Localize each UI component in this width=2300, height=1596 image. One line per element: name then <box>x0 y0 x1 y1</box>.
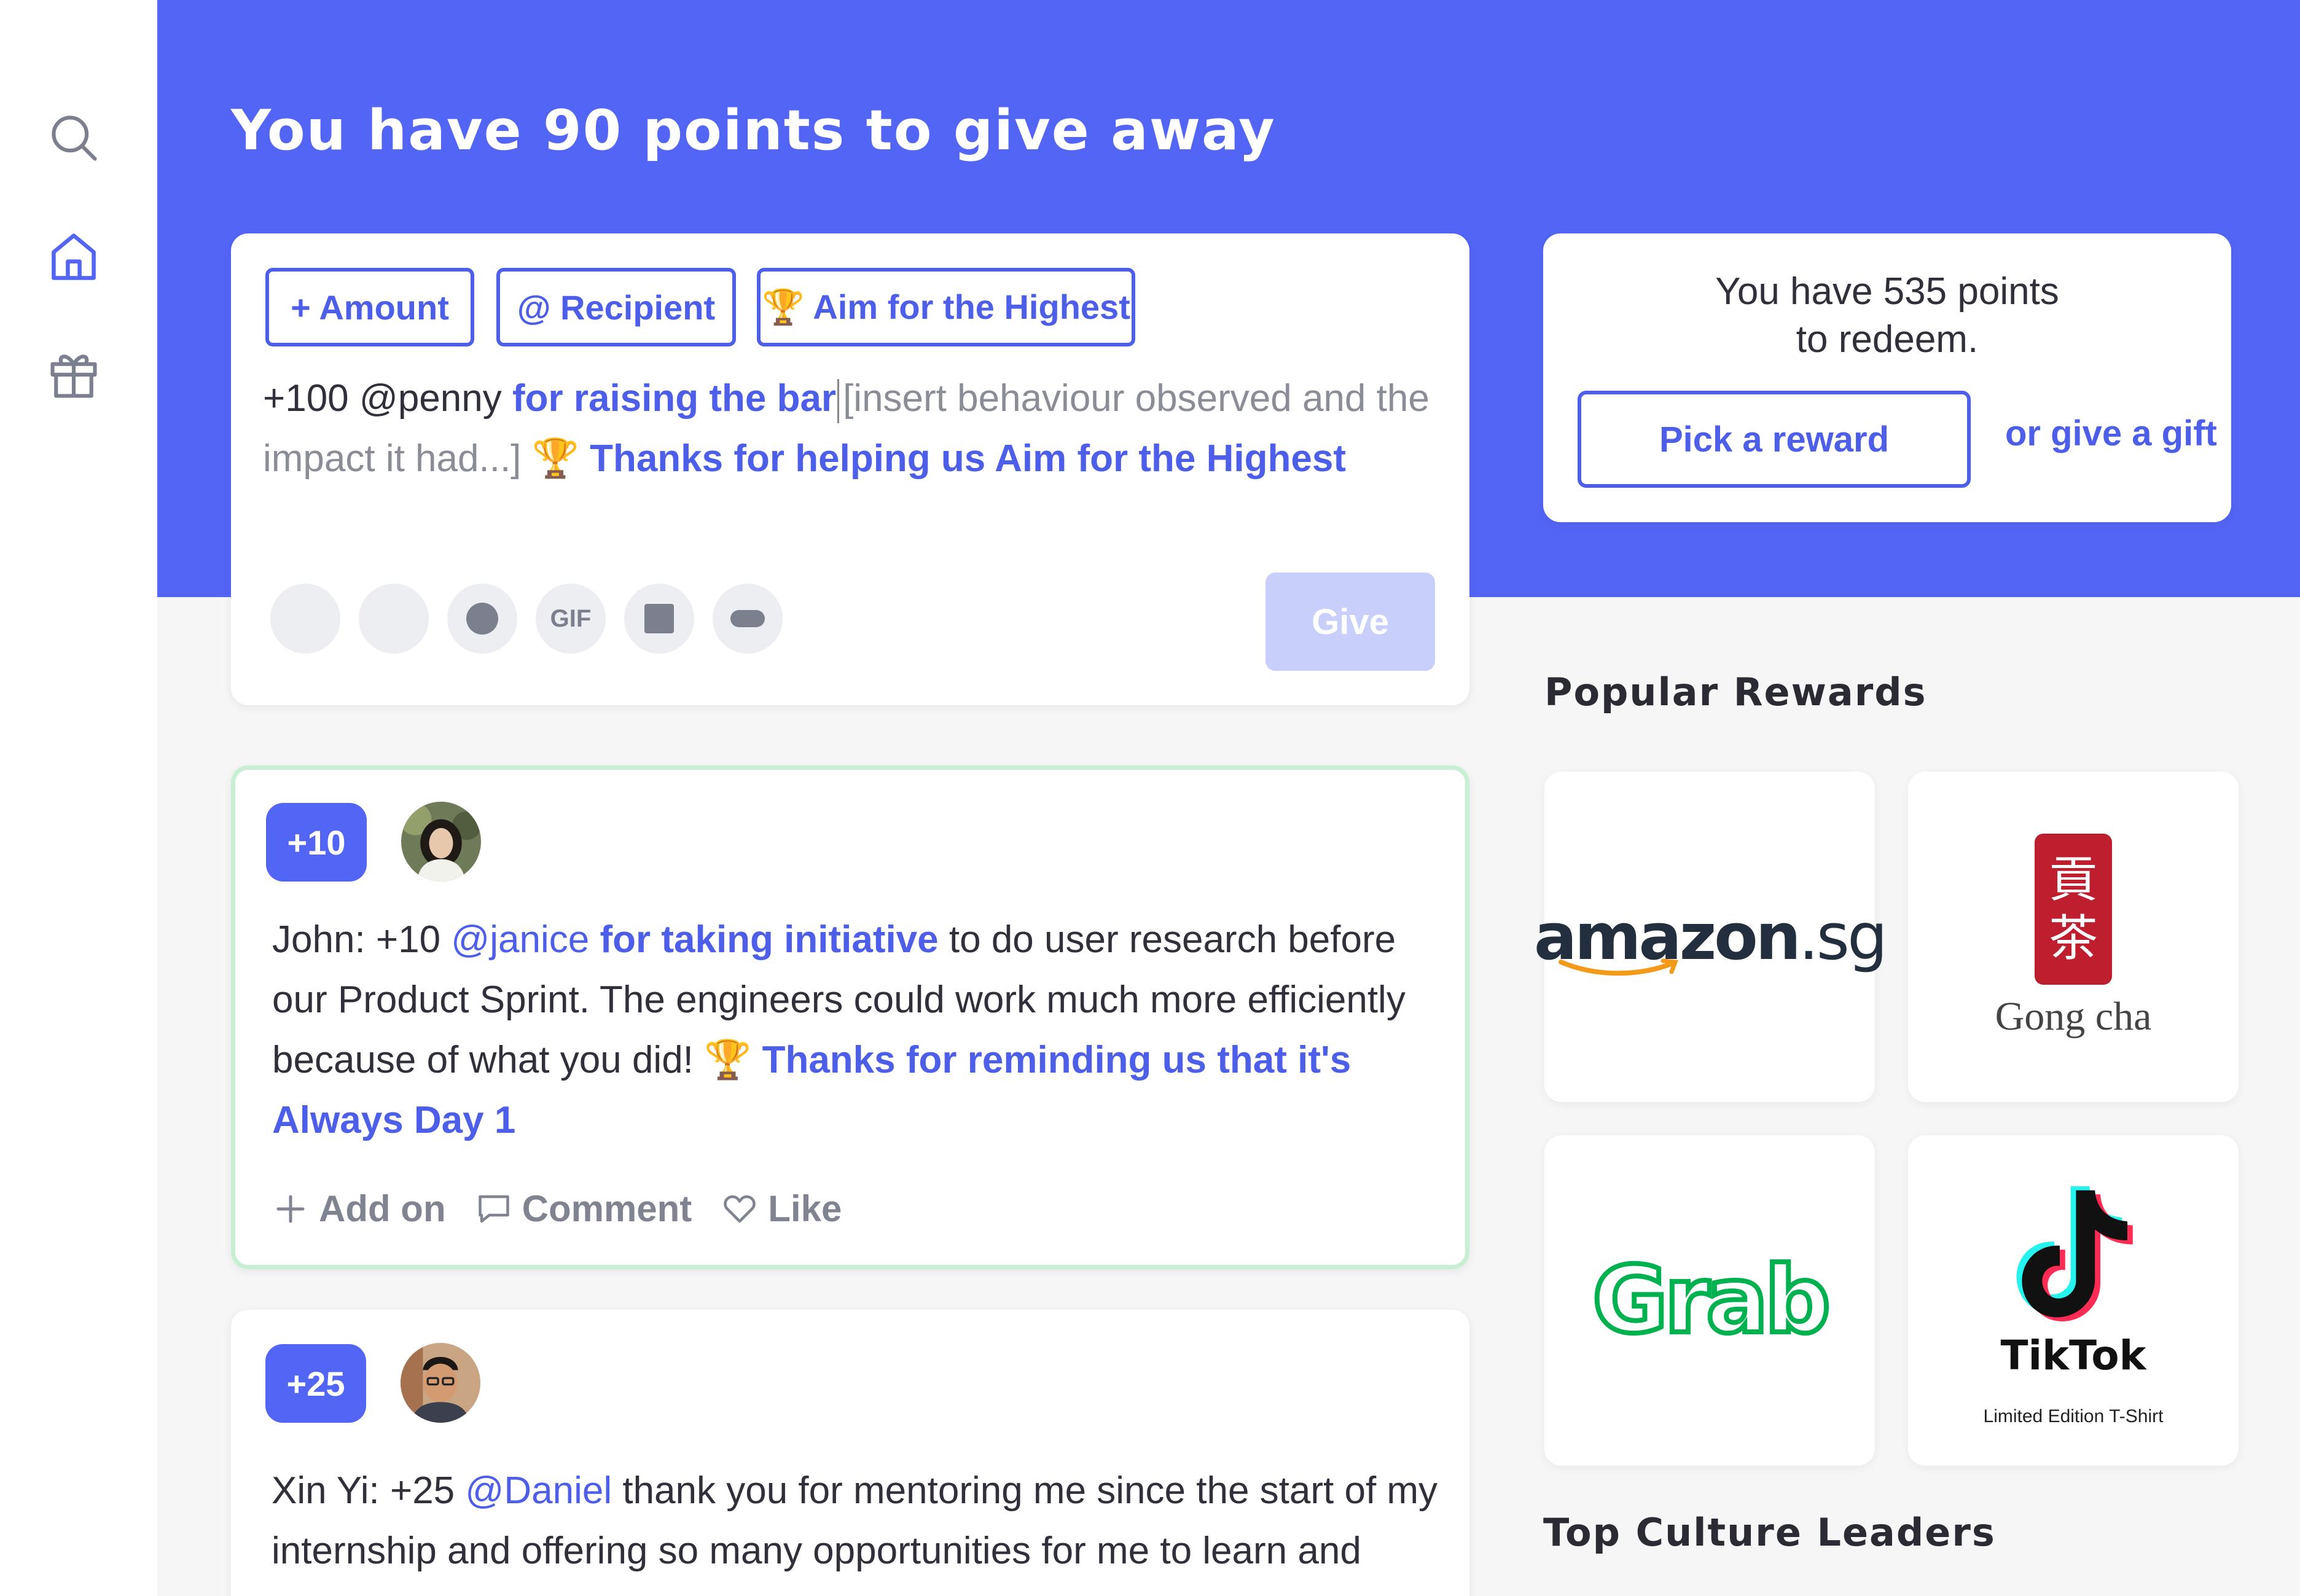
amazon-smile-icon <box>1559 958 1678 976</box>
reward-card-grab[interactable]: Grab <box>1544 1135 1875 1466</box>
emoji-icon[interactable] <box>270 584 340 654</box>
amazon-logo: amazon.sg <box>1534 899 1888 976</box>
avatar[interactable] <box>401 802 481 882</box>
pick-reward-button[interactable]: Pick a reward <box>1578 391 1971 488</box>
comment-icon <box>478 1195 509 1222</box>
comment-button[interactable]: Comment <box>475 1187 692 1230</box>
feed-post: +10 John: +10 @janice for taking initiat… <box>231 765 1469 1269</box>
gongcha-logo: 貢 茶 <box>2035 834 2112 985</box>
grab-logo: Grab <box>1590 1245 1833 1356</box>
value-chip[interactable]: 🏆 Aim for the Highest <box>757 268 1135 346</box>
like-button[interactable]: Like <box>721 1187 842 1230</box>
add-on-label: Add on <box>319 1188 446 1229</box>
gongcha-seal-bottom: 茶 <box>2049 910 2098 967</box>
gongcha-seal-top: 貢 <box>2049 851 2098 908</box>
sidebar <box>0 0 157 1596</box>
top-culture-leaders-title: Top Culture Leaders <box>1543 1510 1996 1555</box>
tiktok-logo-icon <box>2016 1186 2133 1321</box>
page-title: You have 90 points to give away <box>231 98 1276 163</box>
gift-icon[interactable] <box>44 344 103 403</box>
post-mention[interactable]: @janice <box>451 918 589 961</box>
tiktok-wordmark: TikTok <box>2000 1331 2146 1379</box>
search-icon[interactable] <box>44 108 103 167</box>
home-icon[interactable] <box>44 227 103 286</box>
amount-chip[interactable]: + Amount <box>265 268 474 346</box>
popular-rewards-title: Popular Rewards <box>1544 670 1927 714</box>
compose-input[interactable]: +100 @penny for raising the bar [insert b… <box>263 369 1442 489</box>
gif-button[interactable]: GIF <box>536 584 606 654</box>
gongcha-wordmark: Gong cha <box>1995 994 2152 1039</box>
trophy-icon: 🏆 <box>531 437 590 480</box>
give-button[interactable]: Give <box>1265 573 1435 671</box>
redeem-line2: to redeem. <box>1796 318 1979 361</box>
compose-card: + Amount @ Recipient 🏆 Aim for the Highe… <box>231 233 1469 705</box>
redeem-points-text: You have 535 points to redeem. <box>1543 268 2231 364</box>
post-author: John: +10 <box>272 918 452 961</box>
give-gift-link[interactable]: or give a gift <box>2005 413 2217 454</box>
text-caret <box>837 378 840 423</box>
post-body: Xin Yi: +25 @Daniel thank you for mentor… <box>272 1461 1439 1581</box>
redeem-card: You have 535 points to redeem. Pick a re… <box>1543 233 2231 522</box>
compose-value: Thanks for helping us Aim for the Highes… <box>590 437 1346 480</box>
image-icon[interactable] <box>624 584 694 654</box>
record-icon[interactable] <box>447 584 517 654</box>
comment-label: Comment <box>522 1188 692 1229</box>
plus-icon <box>276 1195 305 1222</box>
redeem-line1: You have 535 points <box>1715 270 2059 313</box>
trophy-icon: 🏆 <box>704 1039 762 1081</box>
post-highlight: for taking initiative <box>589 918 939 961</box>
like-label: Like <box>768 1188 842 1229</box>
tag-icon[interactable] <box>713 584 783 654</box>
amazon-suffix: .sg <box>1798 899 1888 974</box>
post-mention[interactable]: @Daniel <box>465 1469 612 1512</box>
gif-label: GIF <box>550 604 592 632</box>
reward-card-gongcha[interactable]: 貢 茶 Gong cha <box>1908 772 2239 1102</box>
reward-card-tiktok[interactable]: TikTok Limited Edition T-Shirt <box>1908 1135 2239 1466</box>
points-badge: +10 <box>266 803 367 882</box>
compose-prefix: +100 @penny <box>263 377 512 420</box>
feed-post: +25 Xin Yi: +25 @Daniel thank you for me… <box>231 1310 1469 1596</box>
reward-card-amazon[interactable]: amazon.sg <box>1534 772 1888 1102</box>
mention-icon[interactable] <box>359 584 429 654</box>
compose-highlight: for raising the bar <box>512 377 837 420</box>
heart-icon <box>724 1195 756 1222</box>
recipient-chip[interactable]: @ Recipient <box>496 268 736 346</box>
post-author: Xin Yi: +25 <box>272 1469 466 1512</box>
points-badge: +25 <box>265 1344 366 1423</box>
avatar[interactable] <box>401 1343 480 1423</box>
post-actions: Add on Comment Like <box>272 1187 842 1230</box>
post-body: John: +10 @janice for taking initiative … <box>272 910 1439 1151</box>
add-on-button[interactable]: Add on <box>272 1187 446 1230</box>
reward-subtitle: Limited Edition T-Shirt <box>1983 1406 2164 1426</box>
